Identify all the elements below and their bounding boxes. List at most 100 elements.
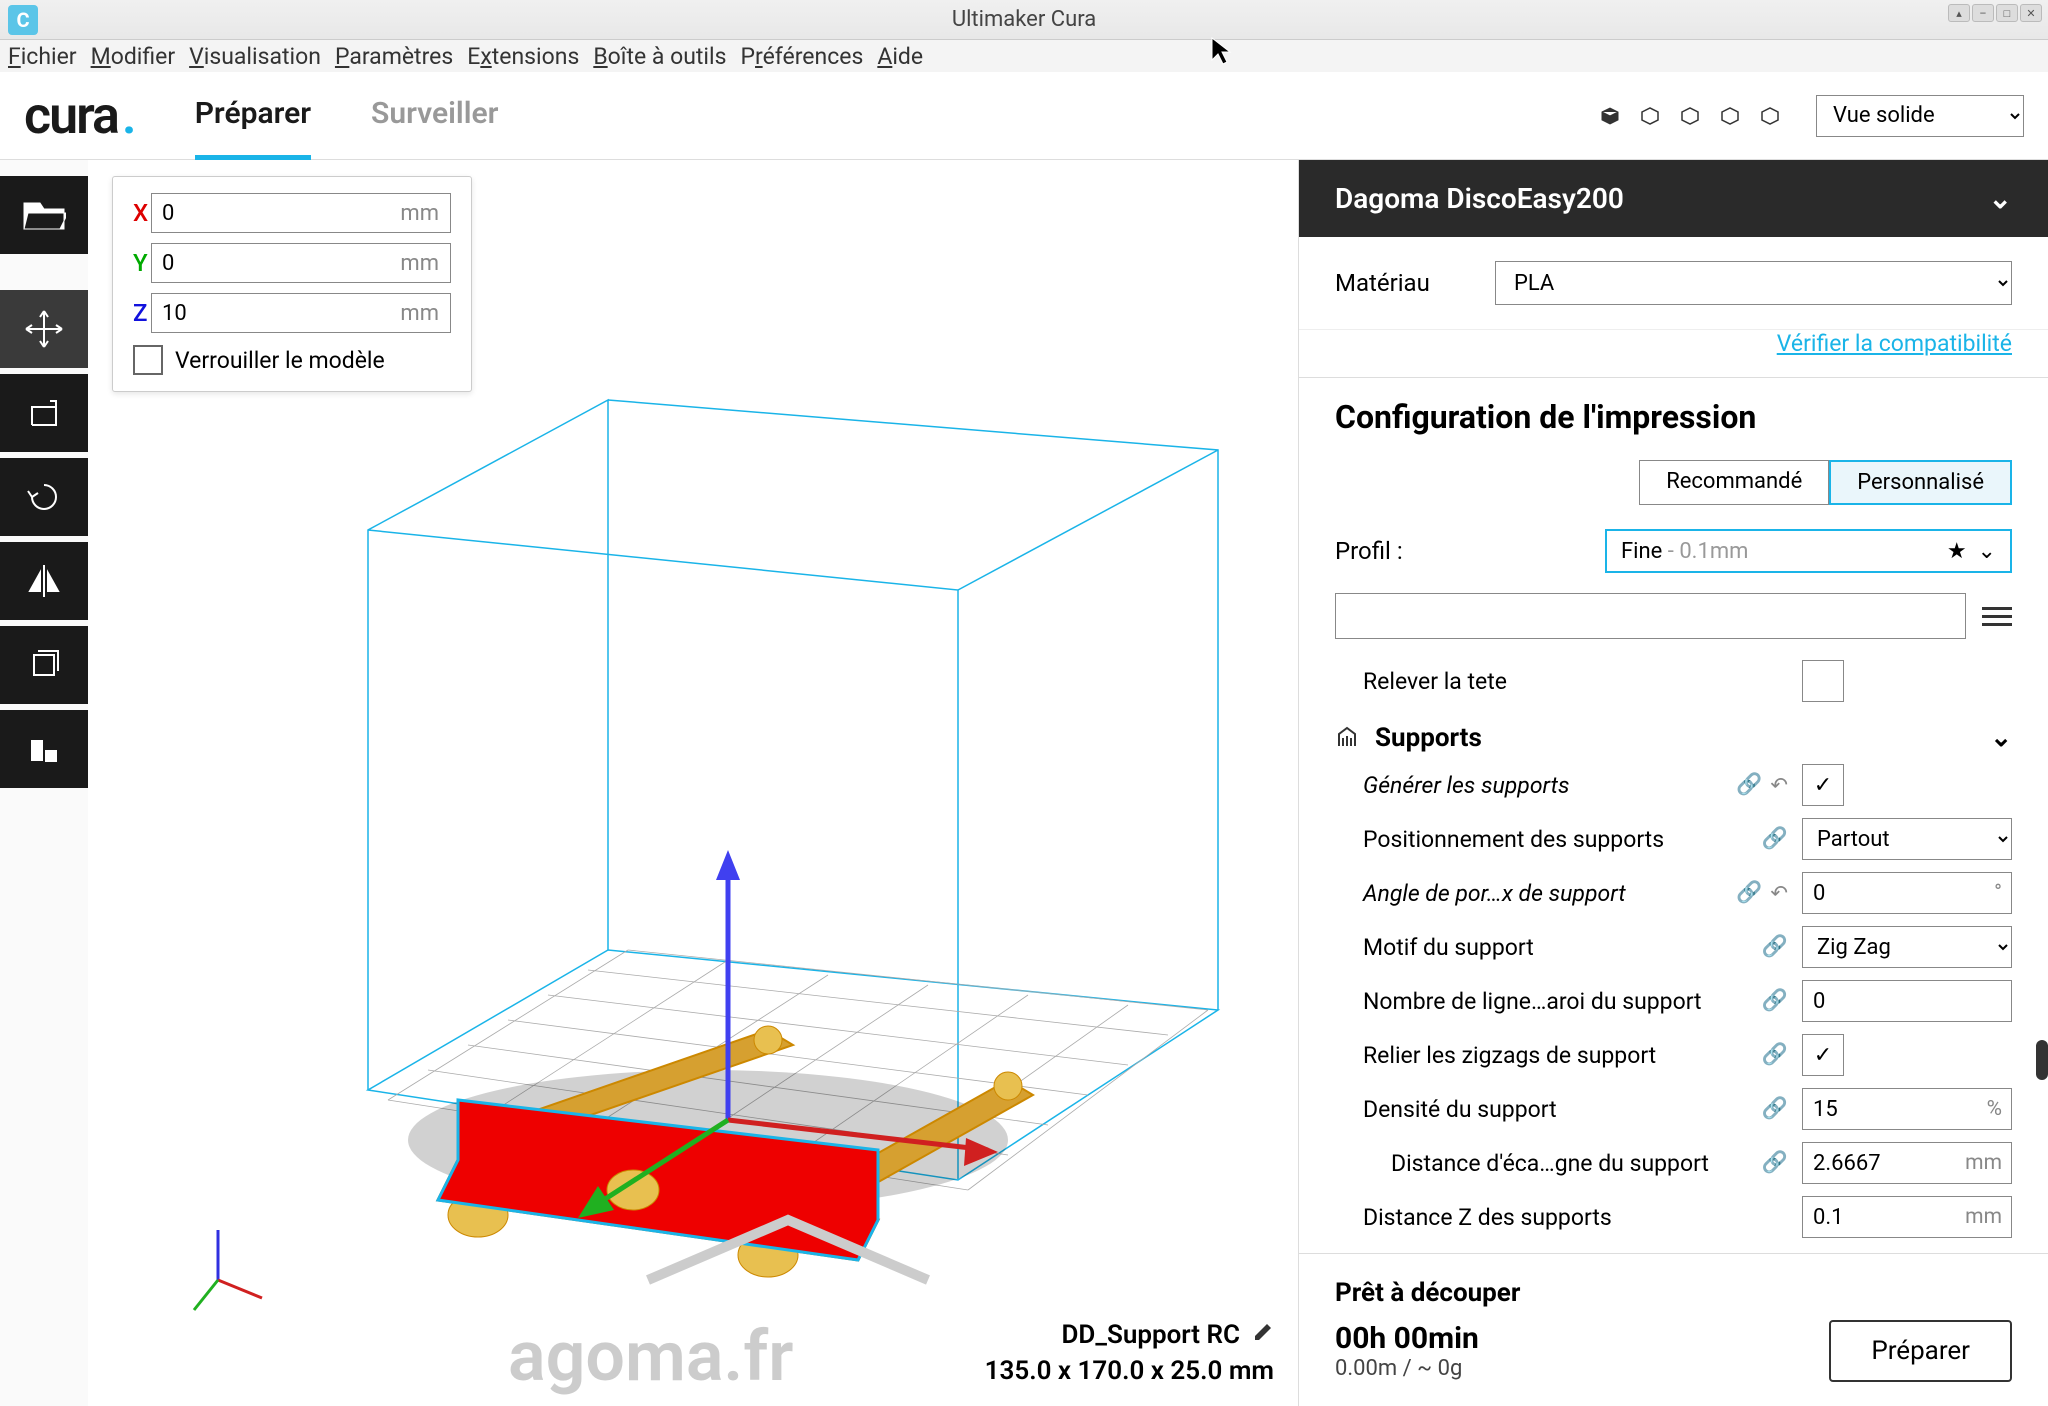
ready-to-slice-label: Prêt à découper bbox=[1335, 1278, 2012, 1308]
profile-label: Profil : bbox=[1335, 537, 1605, 565]
rotate-tool[interactable] bbox=[0, 458, 88, 536]
menu-extensions[interactable]: Extensions bbox=[467, 43, 579, 70]
settings-menu-icon[interactable] bbox=[1982, 593, 2012, 639]
tab-preparer[interactable]: Préparer bbox=[195, 72, 311, 160]
scale-tool[interactable] bbox=[0, 374, 88, 452]
supports-section-header[interactable]: Supports ⌄ bbox=[1335, 713, 2012, 763]
roll-up-button[interactable]: ▴ bbox=[1948, 4, 1970, 22]
connect-zigzag-checkbox[interactable]: ✓ bbox=[1802, 1034, 1844, 1076]
link-icon[interactable]: 🔗 bbox=[1762, 1043, 1788, 1067]
support-pattern-select[interactable]: Zig Zag bbox=[1802, 926, 2012, 968]
setting-relever-checkbox[interactable] bbox=[1802, 660, 1844, 702]
config-title: Configuration de l'impression bbox=[1335, 398, 2012, 436]
chevron-down-icon: ⌄ bbox=[1990, 723, 2012, 753]
app-icon: C bbox=[8, 5, 38, 35]
maximize-button[interactable]: □ bbox=[1996, 4, 2018, 22]
support-placement-label: Positionnement des supports bbox=[1335, 826, 1762, 853]
main-tabs: Préparer Surveiller bbox=[195, 72, 499, 160]
mm-unit: mm bbox=[1965, 1205, 2002, 1229]
open-file-button[interactable] bbox=[0, 176, 88, 254]
view-icon-5[interactable] bbox=[1756, 102, 1784, 130]
link-icon[interactable]: 🔗 bbox=[1762, 935, 1788, 959]
link-icon[interactable]: 🔗 bbox=[1762, 989, 1788, 1013]
link-icon[interactable]: 🔗 bbox=[1736, 881, 1762, 906]
supports-icon bbox=[1335, 726, 1359, 750]
print-config-section: Configuration de l'impression Recommandé… bbox=[1299, 377, 2048, 1253]
view-mode-select[interactable]: Vue solide bbox=[1816, 95, 2024, 137]
time-estimate: 00h 00min bbox=[1335, 1321, 1479, 1356]
tool-spacer bbox=[0, 260, 88, 290]
per-model-tool[interactable] bbox=[0, 626, 88, 704]
support-wall-lines-label: Nombre de ligne…aroi du support bbox=[1335, 988, 1762, 1015]
support-line-distance-label: Distance d'éca…gne du support bbox=[1335, 1150, 1762, 1177]
slice-bar: Prêt à découper 00h 00min 0.00m / ~ 0g P… bbox=[1299, 1253, 2048, 1406]
settings-panel: Dagoma DiscoEasy200 ⌄ Matériau PLA Vérif… bbox=[1298, 160, 2048, 1406]
cura-logo: cura. bbox=[24, 85, 135, 146]
undo-icon[interactable]: ↶ bbox=[1770, 773, 1788, 798]
prepare-button[interactable]: Préparer bbox=[1829, 1320, 2012, 1382]
supports-header-text: Supports bbox=[1375, 723, 1482, 753]
model-name-text: DD_Support RC bbox=[1061, 1320, 1240, 1350]
model-info: DD_Support RC 135.0 x 170.0 x 25.0 mm bbox=[985, 1320, 1274, 1386]
tab-custom[interactable]: Personnalisé bbox=[1829, 460, 2012, 505]
menu-fichier[interactable]: Fichier bbox=[8, 43, 77, 70]
menu-aide[interactable]: Aide bbox=[877, 43, 923, 70]
scrollbar-thumb[interactable] bbox=[2036, 1040, 2048, 1080]
tab-surveiller[interactable]: Surveiller bbox=[371, 72, 498, 160]
menu-boite[interactable]: Boîte à outils bbox=[593, 43, 726, 70]
model-dimensions: 135.0 x 170.0 x 25.0 mm bbox=[985, 1356, 1274, 1386]
minimize-button[interactable]: – bbox=[1972, 4, 1994, 22]
support-z-distance-label: Distance Z des supports bbox=[1335, 1204, 1802, 1231]
edit-name-icon[interactable] bbox=[1252, 1320, 1274, 1350]
support-blocker-tool[interactable] bbox=[0, 710, 88, 788]
viewport-3d[interactable]: X mm Y mm Z mm Verrouiller le modèle bbox=[88, 160, 1298, 1406]
support-angle-input[interactable] bbox=[1802, 872, 2012, 914]
titlebar: C Ultimaker Cura ▴ – □ ✕ bbox=[0, 0, 2048, 40]
material-row: Matériau PLA bbox=[1299, 237, 2048, 330]
generate-supports-label: Générer les supports bbox=[1335, 772, 1736, 799]
menu-modifier[interactable]: Modifier bbox=[91, 43, 176, 70]
setting-relever-label: Relever la tete bbox=[1335, 668, 1802, 695]
menubar: Fichier Modifier Visualisation Paramètre… bbox=[0, 40, 2048, 72]
printer-name: Dagoma DiscoEasy200 bbox=[1335, 182, 1624, 215]
percent-unit: % bbox=[1987, 1097, 2002, 1121]
window-controls: ▴ – □ ✕ bbox=[1948, 4, 2042, 22]
support-density-label: Densité du support bbox=[1335, 1096, 1762, 1123]
material-select[interactable]: PLA bbox=[1495, 261, 2012, 305]
mm-unit: mm bbox=[1965, 1151, 2002, 1175]
support-density-input[interactable] bbox=[1802, 1088, 2012, 1130]
chevron-down-icon: ⌄ bbox=[1989, 182, 2012, 215]
link-icon[interactable]: 🔗 bbox=[1762, 1097, 1788, 1121]
svg-text:agoma.fr: agoma.fr bbox=[508, 1316, 793, 1398]
move-tool[interactable] bbox=[0, 290, 88, 368]
link-icon[interactable]: 🔗 bbox=[1762, 827, 1788, 851]
support-wall-lines-input[interactable] bbox=[1802, 980, 2012, 1022]
connect-zigzag-label: Relier les zigzags de support bbox=[1335, 1042, 1762, 1069]
tool-sidebar bbox=[0, 160, 88, 1406]
material-usage: 0.00m / ~ 0g bbox=[1335, 1356, 1479, 1381]
link-icon[interactable]: 🔗 bbox=[1736, 773, 1762, 798]
profile-select[interactable]: Fine - 0.1mm ★ ⌄ bbox=[1605, 529, 2012, 573]
menu-preferences[interactable]: Préférences bbox=[741, 43, 864, 70]
view-layers-icon[interactable] bbox=[1676, 102, 1704, 130]
view-mode-icons: Vue solide bbox=[1596, 95, 2024, 137]
material-label: Matériau bbox=[1335, 269, 1495, 297]
menu-parametres[interactable]: Paramètres bbox=[335, 43, 453, 70]
tab-recommended[interactable]: Recommandé bbox=[1639, 460, 1829, 505]
mirror-tool[interactable] bbox=[0, 542, 88, 620]
printer-selector[interactable]: Dagoma DiscoEasy200 ⌄ bbox=[1299, 160, 2048, 237]
link-icon[interactable]: 🔗 bbox=[1762, 1151, 1788, 1175]
settings-search-input[interactable] bbox=[1335, 593, 1966, 639]
view-xray-icon[interactable] bbox=[1636, 102, 1664, 130]
view-solid-icon[interactable] bbox=[1596, 102, 1624, 130]
degree-unit: ° bbox=[1994, 881, 2002, 905]
support-pattern-label: Motif du support bbox=[1335, 934, 1762, 961]
generate-supports-checkbox[interactable]: ✓ bbox=[1802, 764, 1844, 806]
undo-icon[interactable]: ↶ bbox=[1770, 881, 1788, 906]
view-icon-4[interactable] bbox=[1716, 102, 1744, 130]
support-placement-select[interactable]: Partout bbox=[1802, 818, 2012, 860]
build-volume-illustration: agoma.fr bbox=[88, 160, 1298, 1406]
check-compatibility-link[interactable]: Vérifier la compatibilité bbox=[1777, 330, 2012, 357]
close-button[interactable]: ✕ bbox=[2020, 4, 2042, 22]
menu-visualisation[interactable]: Visualisation bbox=[189, 43, 321, 70]
